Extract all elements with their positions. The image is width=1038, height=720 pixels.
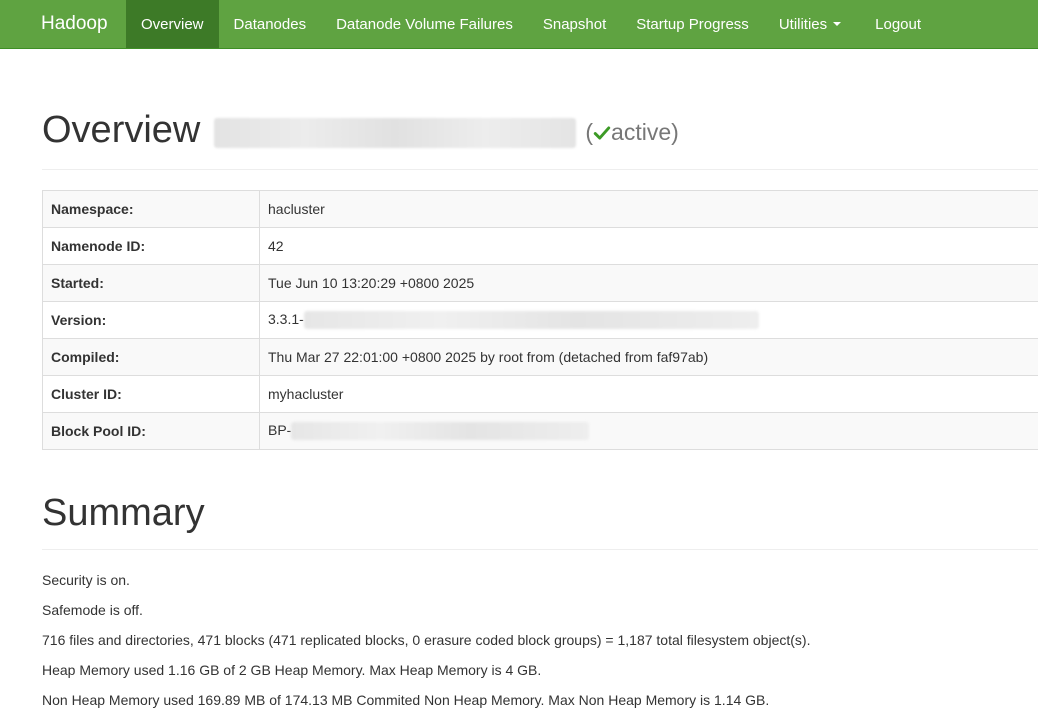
row-value: Tue Jun 10 13:20:29 +0800 2025: [260, 265, 1038, 302]
row-value: 42: [260, 228, 1038, 265]
nav-item-label: Overview: [141, 16, 204, 33]
table-row: Namenode ID: 42: [43, 228, 1038, 265]
main-content: Overview ( active) Namespace: hacluster N…: [42, 49, 1038, 720]
caret-down-icon: [833, 22, 841, 26]
summary-filesystem-objects: 716 files and directories, 471 blocks (4…: [42, 630, 1038, 660]
status-open-paren: (: [585, 119, 593, 145]
row-key: Block Pool ID:: [43, 413, 260, 450]
nav-item-label: Datanode Volume Failures: [336, 16, 513, 33]
row-value: 3.3.1-: [268, 311, 304, 327]
summary-non-heap-memory: Non Heap Memory used 169.89 MB of 174.13…: [42, 690, 1038, 720]
redacted-block-pool-id: [291, 422, 589, 440]
table-row: Version: 3.3.1-: [43, 302, 1038, 339]
table-row: Compiled: Thu Mar 27 22:01:00 +0800 2025…: [43, 339, 1038, 376]
summary-header: Summary: [42, 491, 1038, 550]
nav-item-logout[interactable]: Logout: [856, 0, 936, 48]
summary-heap-memory: Heap Memory used 1.16 GB of 2 GB Heap Me…: [42, 660, 1038, 690]
row-key: Namespace:: [43, 191, 260, 228]
nav-item-label: Datanodes: [234, 16, 307, 33]
nav-item-utilities-dropdown[interactable]: Utilities: [764, 0, 856, 48]
row-value: BP-: [268, 422, 291, 438]
row-value: Thu Mar 27 22:01:00 +0800 2025 by root f…: [260, 339, 1038, 376]
summary-security: Security is on.: [42, 570, 1038, 600]
status-badge: ( active): [585, 119, 678, 146]
page-title: Overview: [42, 107, 200, 153]
nav-menu: Overview Datanodes Datanode Volume Failu…: [126, 0, 936, 48]
row-value: hacluster: [260, 191, 1038, 228]
row-key: Started:: [43, 265, 260, 302]
table-row: Cluster ID: myhacluster: [43, 376, 1038, 413]
summary-list: Security is on. Safemode is off. 716 fil…: [42, 570, 1038, 720]
nav-item-label: Startup Progress: [636, 16, 749, 33]
summary-safemode: Safemode is off.: [42, 600, 1038, 630]
table-row: Block Pool ID: BP-: [43, 413, 1038, 450]
nav-item-overview[interactable]: Overview: [126, 0, 219, 48]
nav-item-snapshot[interactable]: Snapshot: [528, 0, 621, 48]
nav-item-datanodes[interactable]: Datanodes: [219, 0, 322, 48]
row-value: myhacluster: [260, 376, 1038, 413]
row-value-cell: 3.3.1-: [260, 302, 1038, 339]
nav-item-startup-progress[interactable]: Startup Progress: [621, 0, 764, 48]
table-row: Namespace: hacluster: [43, 191, 1038, 228]
row-key: Cluster ID:: [43, 376, 260, 413]
overview-table: Namespace: hacluster Namenode ID: 42 Sta…: [42, 190, 1038, 450]
row-key: Compiled:: [43, 339, 260, 376]
nav-item-datanode-volume-failures[interactable]: Datanode Volume Failures: [321, 0, 528, 48]
table-row: Started: Tue Jun 10 13:20:29 +0800 2025: [43, 265, 1038, 302]
summary-title: Summary: [42, 491, 1038, 535]
redacted-hostname: [214, 118, 576, 148]
nav-item-label: Utilities: [779, 16, 827, 33]
status-text: active): [611, 119, 679, 145]
check-icon: [593, 124, 611, 142]
nav-item-label: Logout: [875, 16, 921, 33]
row-key: Version:: [43, 302, 260, 339]
navbar: Hadoop Overview Datanodes Datanode Volum…: [0, 0, 1038, 49]
brand-link[interactable]: Hadoop: [0, 0, 126, 48]
nav-item-label: Snapshot: [543, 16, 606, 33]
row-value-cell: BP-: [260, 413, 1038, 450]
row-key: Namenode ID:: [43, 228, 260, 265]
overview-header: Overview ( active): [42, 107, 1038, 170]
redacted-version: [304, 311, 759, 329]
